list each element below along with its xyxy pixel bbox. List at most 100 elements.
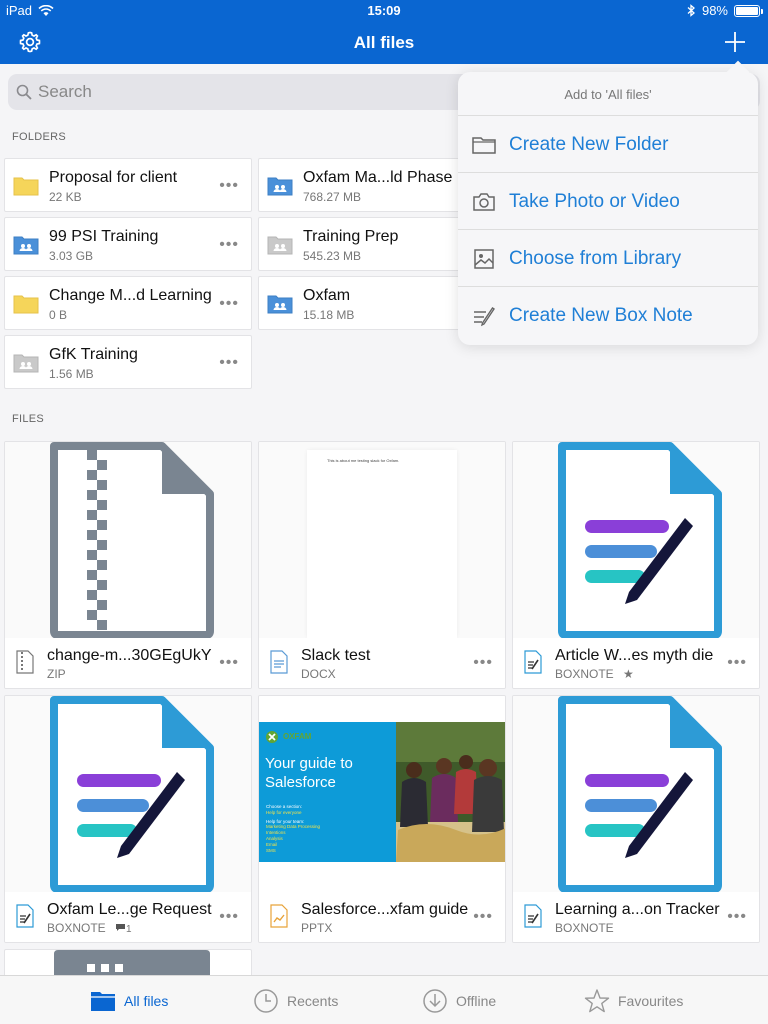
- pptx-type-icon: [270, 904, 288, 928]
- starred-icon: ★: [623, 667, 634, 681]
- search-icon: [16, 84, 32, 100]
- file-card[interactable]: OXFAM Your guide to Salesforce Choose a …: [258, 695, 506, 943]
- add-menu-popover: Add to 'All files' Create New Folder Tak…: [458, 60, 758, 345]
- menu-item-label: Create New Folder: [509, 134, 669, 155]
- shared-folder-icon: [267, 236, 293, 255]
- file-thumbnail: [513, 696, 759, 892]
- folder-card[interactable]: Proposal for client 22 KB •••: [4, 158, 252, 212]
- slide-heading: Your guide to Salesforce: [265, 754, 353, 792]
- file-thumbnail: This is about me testing slack for Oxfam…: [259, 442, 505, 638]
- folder-size: 768.27 MB: [303, 190, 362, 204]
- status-time: 15:09: [367, 3, 401, 18]
- camera-icon: [473, 193, 495, 211]
- file-name: Learning a...on Tracker: [555, 901, 720, 918]
- status-bar: iPad 15:09 98%: [0, 0, 768, 22]
- menu-item-label: Choose from Library: [509, 248, 682, 269]
- more-options-button[interactable]: •••: [473, 908, 493, 926]
- menu-header: Add to 'All files': [458, 72, 758, 116]
- tab-recents[interactable]: Recents: [253, 976, 338, 1024]
- folder-size: 545.23 MB: [303, 249, 362, 263]
- add-plus-icon[interactable]: [724, 31, 746, 53]
- slide-line: SMS: [266, 847, 276, 853]
- page-title: All files: [353, 33, 415, 52]
- tab-favourites[interactable]: Favourites: [584, 976, 683, 1024]
- folders-section-label: FOLDERS: [12, 131, 67, 143]
- file-thumbnail: OXFAM Your guide to Salesforce Choose a …: [259, 696, 505, 892]
- folder-size: 15.18 MB: [303, 308, 355, 322]
- more-options-button[interactable]: •••: [473, 654, 493, 672]
- comment-count: 1: [126, 924, 132, 935]
- folder-card[interactable]: Change M...d Learning 0 B •••: [4, 276, 252, 330]
- folder-outline-icon: [472, 137, 496, 154]
- tab-offline[interactable]: Offline: [422, 976, 496, 1024]
- folder-size: 22 KB: [49, 190, 82, 204]
- clock-icon: [254, 988, 278, 1013]
- slide-line: Help for everyone: [266, 809, 302, 815]
- file-thumbnail: [5, 442, 251, 638]
- file-name: Slack test: [301, 647, 371, 664]
- file-type: ZIP: [47, 667, 66, 681]
- file-card[interactable]: This is about me testing slack for Oxfam…: [258, 441, 506, 689]
- menu-item-create-box-note[interactable]: Create New Box Note: [458, 287, 758, 344]
- battery-fill: [736, 6, 758, 15]
- star-icon: [584, 988, 610, 1012]
- more-options-button[interactable]: •••: [219, 236, 239, 254]
- file-name: Salesforce...xfam guide: [301, 901, 469, 918]
- battery-icon: [734, 4, 763, 17]
- bluetooth-icon: [687, 4, 695, 17]
- menu-item-take-photo[interactable]: Take Photo or Video: [458, 173, 758, 230]
- more-options-button[interactable]: •••: [219, 908, 239, 926]
- zip-type-icon: [16, 650, 34, 674]
- folder-name: Proposal for client: [49, 169, 178, 186]
- boxnote-type-icon: [16, 904, 34, 928]
- folder-name: Oxfam: [303, 287, 351, 304]
- slide-contents: Choose a section: Help for everyone Help…: [266, 804, 320, 853]
- file-type: BOXNOTE: [555, 921, 614, 935]
- more-options-button[interactable]: •••: [219, 295, 239, 313]
- boxnote-type-icon: [524, 650, 542, 674]
- document-page: This is about me testing slack for Oxfam…: [307, 450, 457, 638]
- more-options-button[interactable]: •••: [219, 177, 239, 195]
- shared-folder-icon: [267, 177, 293, 196]
- shared-folder-icon: [13, 354, 39, 373]
- slide-photo: [396, 722, 505, 862]
- tab-label: All files: [124, 992, 169, 1009]
- more-options-button[interactable]: •••: [219, 654, 239, 672]
- boxnote-pen-icon: [474, 307, 495, 327]
- folder-size: 0 B: [49, 308, 68, 322]
- more-options-button[interactable]: •••: [727, 908, 747, 926]
- folder-size: 1.56 MB: [49, 367, 94, 381]
- boxnote-icon: [558, 696, 722, 892]
- file-card[interactable]: change-m...30GEgUkY ZIP •••: [4, 441, 252, 689]
- tab-label: Favourites: [618, 992, 684, 1009]
- zip-file-icon: [50, 442, 214, 638]
- menu-item-create-folder[interactable]: Create New Folder: [458, 116, 758, 173]
- menu-item-choose-library[interactable]: Choose from Library: [458, 230, 758, 287]
- shared-folder-icon: [267, 295, 293, 314]
- more-options-button[interactable]: •••: [727, 654, 747, 672]
- tab-all-files[interactable]: All files: [90, 976, 168, 1024]
- file-card[interactable]: Learning a...on Tracker BOXNOTE •••: [512, 695, 760, 943]
- navigation-bar: All files: [0, 22, 768, 64]
- file-type-label: BOXNOTE: [47, 921, 106, 935]
- file-name: Article W...es myth die: [555, 647, 714, 664]
- file-type: DOCX: [301, 667, 336, 681]
- file-type-label: BOXNOTE: [555, 667, 614, 681]
- document-text: This is about me testing slack for Oxfam…: [327, 458, 400, 463]
- oxfam-logo-icon: [266, 731, 278, 743]
- folder-name: GfK Training: [49, 346, 138, 363]
- file-name: Oxfam Le...ge Request: [47, 901, 212, 918]
- files-section-label: FILES: [12, 413, 45, 425]
- docx-type-icon: [270, 650, 288, 674]
- file-card[interactable]: Oxfam Le...ge Request BOXNOTE 1 •••: [4, 695, 252, 943]
- file-thumbnail: [5, 696, 251, 892]
- folder-card[interactable]: GfK Training 1.56 MB •••: [4, 335, 252, 389]
- menu-item-label: Take Photo or Video: [509, 191, 680, 212]
- file-card[interactable]: Article W...es myth die BOXNOTE ★ •••: [512, 441, 760, 689]
- menu-item-label: Create New Box Note: [509, 305, 693, 326]
- file-type: BOXNOTE ★: [555, 667, 634, 681]
- folder-card[interactable]: 99 PSI Training 3.03 GB •••: [4, 217, 252, 271]
- slide-brand: OXFAM: [283, 732, 312, 741]
- more-options-button[interactable]: •••: [219, 354, 239, 372]
- comment-icon: [116, 924, 126, 931]
